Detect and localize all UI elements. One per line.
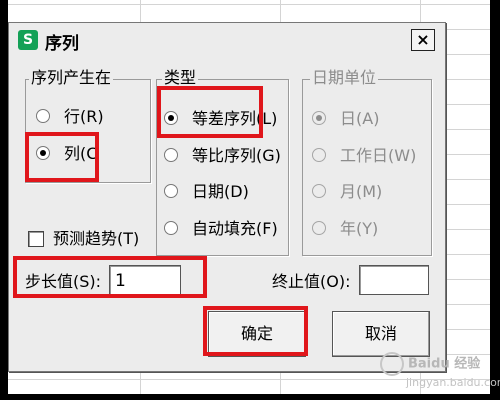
radio-autofill-button[interactable] [164, 220, 178, 235]
radio-month-button[interactable] [312, 183, 326, 198]
watermark-text: Baidu 经验 [408, 356, 481, 372]
screenshot-frame-left [0, 0, 8, 400]
radio-date-button[interactable] [164, 183, 178, 198]
radio-date-label: 日期(D) [192, 182, 249, 201]
radio-geometric-button[interactable] [164, 147, 178, 162]
highlight-step-value [13, 256, 207, 298]
baidu-watermark: Baidu 经验 jingyan.baidu.com [380, 352, 500, 392]
radio-day-label: 日(A) [340, 109, 380, 128]
screenshot-frame-bottom [0, 394, 500, 400]
highlight-arithmetic-option [157, 86, 263, 138]
radio-geometric[interactable]: 等比序列(G) [164, 146, 281, 166]
wps-app-icon: S [18, 30, 38, 50]
radio-weekday-label: 工作日(W) [340, 146, 417, 165]
radio-geometric-label: 等比序列(G) [192, 146, 281, 165]
radio-day-button[interactable] [312, 110, 326, 125]
radio-day[interactable]: 日(A) [312, 109, 379, 129]
radio-month[interactable]: 月(M) [312, 182, 382, 202]
radio-autofill-label: 自动填充(F) [192, 219, 278, 238]
baidu-paw-icon [380, 352, 404, 376]
highlight-ok-button [203, 306, 308, 356]
radio-year-label: 年(Y) [340, 219, 379, 238]
trend-label: 预测趋势(T) [53, 229, 140, 248]
radio-weekday-button[interactable] [312, 147, 326, 162]
dialog-title: 序列 [45, 34, 79, 54]
close-button[interactable]: × [411, 29, 435, 51]
watermark-url: jingyan.baidu.com [406, 376, 500, 389]
trend-checkbox[interactable] [28, 231, 44, 247]
highlight-column-option [25, 132, 99, 182]
stop-label: 终止值(O): [272, 272, 351, 291]
stop-input[interactable] [359, 265, 429, 295]
radio-autofill[interactable]: 自动填充(F) [164, 219, 278, 239]
radio-row-label: 行(R) [64, 107, 104, 126]
series-in-legend: 序列产生在 [29, 68, 114, 87]
radio-row[interactable]: 行(R) [36, 107, 104, 127]
date-unit-legend: 日期单位 [310, 68, 379, 87]
radio-weekday[interactable]: 工作日(W) [312, 146, 416, 166]
dialog-titlebar: S 序列 × [9, 23, 445, 57]
cancel-button[interactable]: 取消 [332, 311, 430, 357]
radio-year-button[interactable] [312, 220, 326, 235]
radio-month-label: 月(M) [340, 182, 383, 201]
radio-row-button[interactable] [36, 108, 50, 123]
type-legend: 类型 [162, 68, 199, 87]
radio-year[interactable]: 年(Y) [312, 219, 378, 239]
screenshot-frame-right [490, 0, 500, 400]
radio-date[interactable]: 日期(D) [164, 182, 249, 202]
